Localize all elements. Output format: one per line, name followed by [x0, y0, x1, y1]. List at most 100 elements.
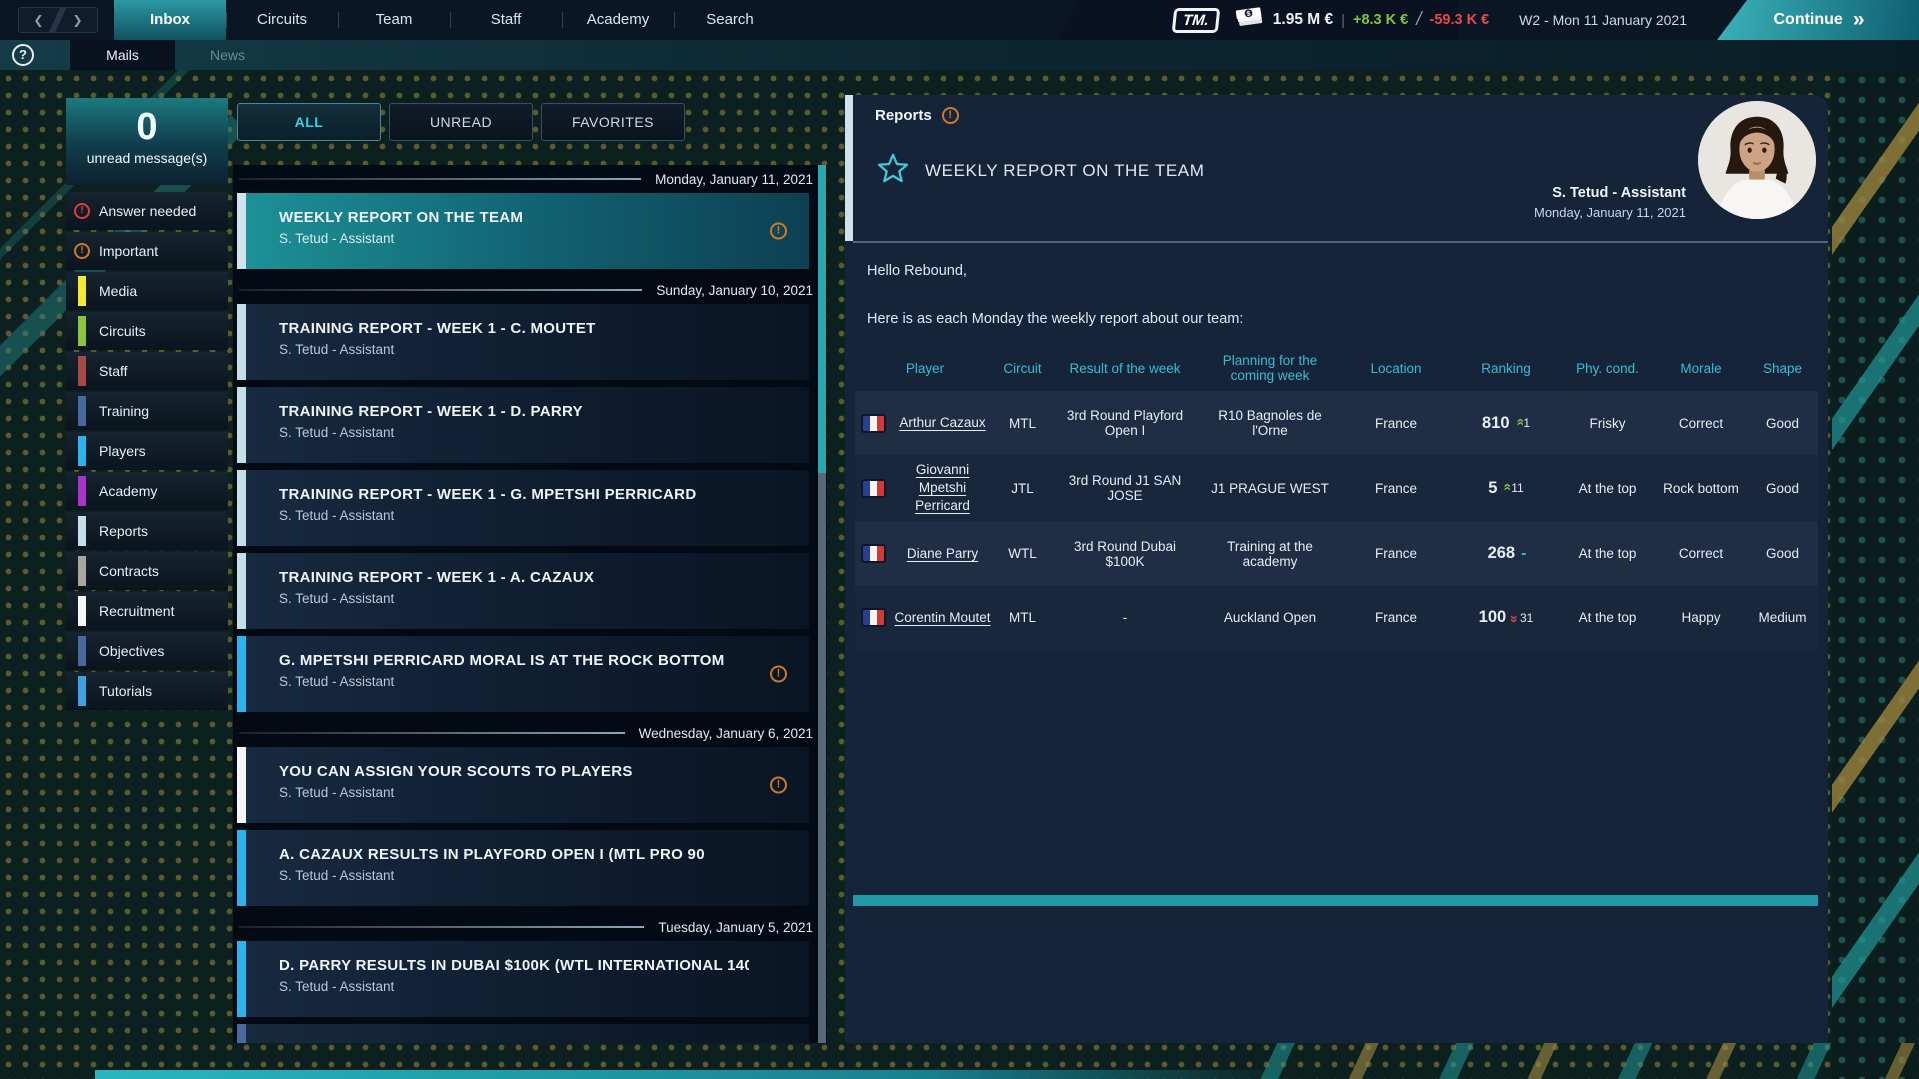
sidebar-item-reports[interactable]: Reports	[66, 512, 228, 550]
mail-list-item[interactable]: TRAINING REPORT - WEEK 1 - C. MOUTETS. T…	[237, 304, 809, 380]
mail-list-item[interactable]: TRAINING REPORT - WEEK 1 - D. PARRYS. Te…	[237, 387, 809, 463]
sidebar-item-training[interactable]: Training	[66, 392, 228, 430]
report-date: Monday, January 11, 2021	[1534, 205, 1686, 220]
mail-list-item[interactable]: TRAINING REPORT - WEEK 1 - A. CAZAUXS. T…	[237, 553, 809, 629]
date-separator: Wednesday, January 6, 2021	[233, 719, 827, 747]
mail-title: A. CAZAUX RESULTS IN PLAYFORD OPEN I (MT…	[279, 846, 749, 863]
tab-team[interactable]: Team	[338, 0, 450, 40]
player-link[interactable]: Corentin Moutet	[894, 609, 991, 627]
continue-button[interactable]: Continue »	[1717, 0, 1919, 40]
category-color-bar	[78, 436, 86, 466]
history-nav[interactable]: ❮ ❯	[18, 7, 98, 33]
mail-list-item[interactable]: A. CAZAUX RESULTS IN PLAYFORD OPEN I (MT…	[237, 830, 809, 906]
column-header: Result of the week	[1050, 345, 1200, 391]
tab-search[interactable]: Search	[674, 0, 786, 40]
player-link[interactable]: Giovanni Mpetshi Perricard	[894, 461, 991, 516]
ranking-cell: 100»31	[1452, 586, 1560, 650]
ranking-value: 810	[1482, 414, 1510, 433]
player-link[interactable]: Diane Parry	[894, 545, 991, 563]
tab-academy[interactable]: Academy	[562, 0, 674, 40]
report-sender: S. Tetud - Assistant	[1534, 185, 1686, 201]
player-link[interactable]: Arthur Cazaux	[894, 414, 991, 432]
mail-list-item[interactable]: TRAINING REPORT - WEEK 1 - G. MPETSHI PE…	[237, 470, 809, 546]
filter-tab-favorites[interactable]: FAVORITES	[541, 103, 685, 141]
date-separator: Sunday, January 10, 2021	[233, 276, 827, 304]
sidebar-item-label: Media	[99, 283, 137, 299]
filter-tab-all[interactable]: ALL	[237, 103, 381, 141]
report-title: WEEKLY REPORT ON THE TEAM	[925, 161, 1205, 181]
game-date: W2 - Mon 11 January 2021	[1519, 12, 1687, 28]
mail-list-item[interactable]: YOU CAN ASSIGN YOUR SCOUTS TO PLAYERSS. …	[237, 747, 809, 823]
sidebar-item-label: Recruitment	[99, 603, 174, 619]
forward-icon[interactable]: ❯	[72, 13, 82, 27]
sidebar-item-important[interactable]: !Important	[66, 232, 228, 270]
phy-cond-cell: At the top	[1560, 586, 1655, 650]
mail-list-item[interactable]: D. PARRY RESULTS IN DUBAI $100K (WTL INT…	[237, 941, 809, 1017]
report-intro: Here is as each Monday the weekly report…	[867, 311, 1243, 327]
alert-icon: !	[74, 243, 90, 259]
report-greeting: Hello Rebound,	[867, 263, 967, 279]
top-navigation-bar: ❮ ❯ InboxCircuitsTeamStaffAcademySearch …	[0, 0, 1919, 40]
location-cell: France	[1340, 586, 1452, 650]
sidebar-item-players[interactable]: Players	[66, 432, 228, 470]
date-label: Wednesday, January 6, 2021	[639, 726, 813, 741]
mail-sender: S. Tetud - Assistant	[279, 425, 749, 440]
help-icon[interactable]: ?	[12, 44, 34, 66]
sidebar-item-media[interactable]: Media	[66, 272, 228, 310]
mail-sender: S. Tetud - Assistant	[279, 868, 749, 883]
scrollbar-thumb[interactable]	[818, 165, 826, 473]
sidebar-item-label: Objectives	[99, 643, 164, 659]
scrollbar-track[interactable]	[818, 165, 826, 1043]
column-header: Ranking	[1452, 345, 1560, 391]
finance-summary: $ 1.95 M € | +8.3 K € / -59.3 K €	[1235, 6, 1489, 34]
morale-cell: Happy	[1655, 586, 1747, 650]
planning-cell: Auckland Open	[1200, 586, 1340, 650]
subtab-news[interactable]: News	[175, 40, 280, 70]
mail-title: G. MPETSHI PERRICARD MORAL IS AT THE ROC…	[279, 652, 749, 669]
weekly-expense: -59.3 K €	[1430, 12, 1490, 28]
category-color-bar	[78, 556, 86, 586]
sidebar-item-academy[interactable]: Academy	[66, 472, 228, 510]
tab-circuits[interactable]: Circuits	[226, 0, 338, 40]
circuit-cell: WTL	[995, 522, 1050, 586]
sidebar-item-contracts[interactable]: Contracts	[66, 552, 228, 590]
tm-logo: TM.	[1172, 8, 1220, 33]
sidebar-item-tutorials[interactable]: Tutorials	[66, 672, 228, 710]
morale-cell: Rock bottom	[1655, 455, 1747, 522]
cash-icon: $	[1235, 6, 1265, 34]
sidebar-item-staff[interactable]: Staff	[66, 352, 228, 390]
ranking-trend: »31	[1512, 610, 1533, 626]
category-color-bar	[78, 676, 86, 706]
mail-categories: !Answer needed!Important Media CircuitsSta…	[66, 192, 228, 710]
flag-fr-icon	[861, 544, 886, 563]
circuit-cell: MTL	[995, 586, 1050, 650]
planning-cell: Training at the academy	[1200, 522, 1340, 586]
back-icon[interactable]: ❮	[33, 13, 43, 27]
sidebar-item-label: Players	[99, 443, 146, 459]
column-header: Morale	[1655, 345, 1747, 391]
continue-label: Continue	[1773, 11, 1842, 29]
sidebar-item-circuits[interactable]: Circuits	[66, 312, 228, 350]
column-header: Circuit	[995, 345, 1050, 391]
team-report-table: PlayerCircuitResult of the weekPlanning …	[855, 345, 1818, 650]
sidebar-item-answer-needed[interactable]: !Answer needed	[66, 192, 228, 230]
mail-list-item[interactable]: WEEKLY REPORT ON THE TEAMS. Tetud - Assi…	[237, 193, 809, 269]
panel-title: Reports	[875, 107, 932, 124]
tab-inbox[interactable]: Inbox	[114, 0, 226, 40]
date-label: Monday, January 11, 2021	[655, 172, 813, 187]
player-cell: Giovanni Mpetshi Perricard	[855, 455, 995, 522]
important-icon: !	[770, 666, 787, 683]
mail-list-item[interactable]	[237, 1024, 809, 1043]
sidebar-item-objectives[interactable]: Objectives	[66, 632, 228, 670]
table-row: Arthur CazauxMTL3rd Round Playford Open …	[855, 391, 1818, 455]
favorite-star-icon[interactable]	[875, 151, 911, 187]
location-cell: France	[1340, 455, 1452, 522]
date-separator: Monday, January 11, 2021	[233, 165, 827, 193]
subtab-mails[interactable]: Mails	[70, 40, 175, 70]
mail-list-item[interactable]: G. MPETSHI PERRICARD MORAL IS AT THE ROC…	[237, 636, 809, 712]
morale-cell: Correct	[1655, 522, 1747, 586]
trend-flat-icon: -	[1521, 545, 1524, 563]
tab-staff[interactable]: Staff	[450, 0, 562, 40]
sidebar-item-recruitment[interactable]: Recruitment	[66, 592, 228, 630]
filter-tab-unread[interactable]: UNREAD	[389, 103, 533, 141]
